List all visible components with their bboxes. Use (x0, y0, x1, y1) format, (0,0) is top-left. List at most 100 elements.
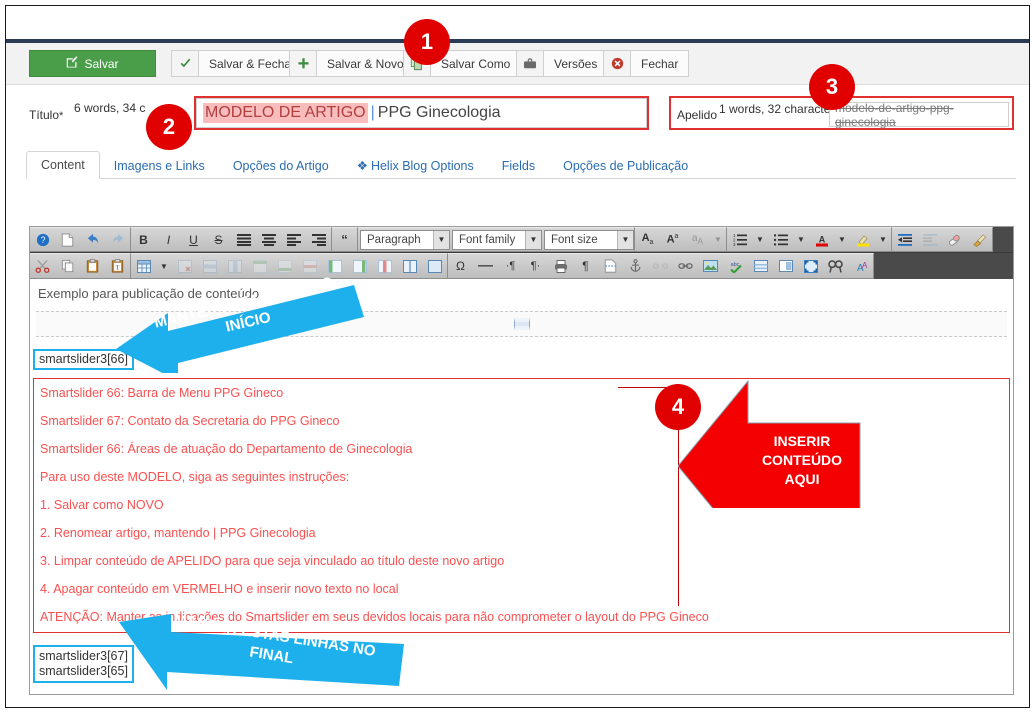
title-label: Título* (29, 108, 63, 122)
print-icon[interactable] (548, 254, 573, 278)
chevron-down-icon[interactable]: ▼ (834, 228, 850, 252)
table-row-properties-icon[interactable] (197, 254, 222, 278)
tab-content-label: Content (41, 158, 85, 172)
layout-split-icon[interactable] (773, 254, 798, 278)
callout-badge-2: 2 (146, 104, 192, 150)
editor-group-selects: Paragraph ▼ Font family ▼ Font size ▼ (358, 227, 635, 252)
svg-text:?: ? (40, 235, 45, 245)
insert-table-icon[interactable] (131, 254, 156, 278)
insert-template-icon[interactable] (748, 254, 773, 278)
delete-column-icon[interactable] (372, 254, 397, 278)
tab-imagens-e-links[interactable]: Imagens e Links (100, 153, 219, 179)
redo-icon[interactable] (105, 228, 130, 252)
unlink-icon[interactable] (648, 254, 673, 278)
tab-opcoes-de-publicacao[interactable]: Opções de Publicação (549, 153, 702, 179)
paragraph-format-select[interactable]: Paragraph ▼ (360, 229, 450, 250)
tab-content[interactable]: Content (26, 151, 100, 179)
blockquote-icon[interactable]: “ (332, 228, 357, 252)
cut-icon[interactable] (30, 254, 55, 278)
chevron-down-icon[interactable]: ▼ (156, 254, 172, 278)
chevron-down-icon[interactable]: ▼ (525, 230, 541, 249)
spellcheck-icon[interactable]: abc (723, 254, 748, 278)
horizontal-rule-icon[interactable] (473, 254, 498, 278)
delete-table-icon[interactable] (172, 254, 197, 278)
rtl-direction-icon[interactable]: ¶· (523, 254, 548, 278)
eraser-icon[interactable] (942, 228, 967, 252)
remove-format-icon[interactable]: aA (685, 228, 710, 252)
paste-icon[interactable] (80, 254, 105, 278)
chevron-down-icon[interactable]: ▼ (875, 228, 891, 252)
table-cell-properties-icon[interactable] (222, 254, 247, 278)
numbered-list-icon[interactable]: 123 (727, 228, 752, 252)
align-center-icon[interactable] (256, 228, 281, 252)
align-right-icon[interactable] (306, 228, 331, 252)
merge-cells-icon[interactable] (422, 254, 447, 278)
highlight-color-icon[interactable] (850, 228, 875, 252)
help-icon[interactable]: ? (30, 228, 55, 252)
superscript-icon[interactable]: Aa (660, 228, 685, 252)
svg-text:A: A (862, 261, 868, 270)
editor-group-blockquote: “ (332, 227, 358, 252)
save-close-button[interactable]: Salvar & Fechar (171, 50, 307, 77)
paint-brush-icon[interactable] (967, 228, 992, 252)
strikethrough-icon[interactable]: S (206, 228, 231, 252)
insert-row-after-icon[interactable] (272, 254, 297, 278)
tab-publicacao-label: Opções de Publicação (563, 159, 689, 173)
link-icon[interactable] (673, 254, 698, 278)
bold-icon[interactable]: B (131, 228, 156, 252)
font-family-select[interactable]: Font family ▼ (452, 229, 542, 250)
browser-top-strip (6, 6, 1029, 39)
title-input[interactable]: MODELO DE ARTIGO | PPG Ginecologia (196, 98, 647, 128)
editor-group-help: ? (30, 227, 131, 252)
tab-imagens-label: Imagens e Links (113, 159, 205, 173)
chevron-down-icon[interactable]: ▼ (793, 228, 809, 252)
callout-badge-3: 3 (809, 64, 855, 110)
alias-input[interactable]: modelo-de-artigo-ppg-ginecologia (829, 101, 1009, 129)
versions-button[interactable]: Versões (516, 50, 609, 77)
special-character-icon[interactable]: Ω (448, 254, 473, 278)
insert-image-icon[interactable] (698, 254, 723, 278)
bulleted-list-icon[interactable] (768, 228, 793, 252)
ltr-direction-icon[interactable]: ·¶ (498, 254, 523, 278)
show-blocks-icon[interactable]: ¶ (573, 254, 598, 278)
split-cells-icon[interactable] (397, 254, 422, 278)
page-break-icon[interactable] (598, 254, 623, 278)
chevron-down-icon[interactable]: ▼ (433, 230, 449, 249)
red-line: 4. Apagar conteúdo em VERMELHO e inserir… (40, 582, 399, 596)
chevron-down-icon[interactable]: ▼ (752, 228, 768, 252)
close-button[interactable]: Fechar (603, 50, 690, 77)
tab-fields[interactable]: Fields (488, 153, 549, 179)
subscript-icon[interactable]: Aa (635, 228, 660, 252)
align-left-icon[interactable] (281, 228, 306, 252)
search-icon[interactable] (823, 254, 848, 278)
alias-label: Apelido (677, 108, 718, 122)
tab-opcoes-do-artigo[interactable]: Opções do Artigo (219, 153, 343, 179)
anchor-icon[interactable] (623, 254, 648, 278)
replace-icon[interactable]: AA (848, 254, 873, 278)
new-document-icon[interactable] (55, 228, 80, 252)
delete-row-icon[interactable] (297, 254, 322, 278)
fullscreen-icon[interactable] (798, 254, 823, 278)
align-justify-icon[interactable] (231, 228, 256, 252)
tab-helix-blog-options[interactable]: ❖ Helix Blog Options (343, 152, 488, 179)
chevron-down-icon[interactable]: ▼ (710, 228, 726, 252)
copy-icon[interactable] (55, 254, 80, 278)
font-size-select[interactable]: Font size ▼ (544, 229, 634, 250)
arrow-text-line-1: INSERIR (773, 433, 831, 449)
outdent-icon[interactable] (892, 228, 917, 252)
text-color-icon[interactable]: A (809, 228, 834, 252)
versions-label: Versões (543, 50, 609, 77)
smartslider-token-65: smartslider3[65] (39, 664, 128, 678)
editor-toolbar-row-1-filler (993, 227, 1013, 252)
paste-as-text-icon[interactable]: T (105, 254, 130, 278)
underline-icon[interactable]: U (181, 228, 206, 252)
insert-column-after-icon[interactable] (347, 254, 372, 278)
insert-row-before-icon[interactable] (247, 254, 272, 278)
indent-icon[interactable] (917, 228, 942, 252)
italic-icon[interactable]: I (156, 228, 181, 252)
chevron-down-icon[interactable]: ▼ (617, 230, 633, 249)
save-button[interactable]: Salvar (29, 50, 156, 77)
font-family-value: Font family (459, 233, 516, 246)
undo-icon[interactable] (80, 228, 105, 252)
save-new-button[interactable]: Salvar & Novo (289, 50, 415, 77)
